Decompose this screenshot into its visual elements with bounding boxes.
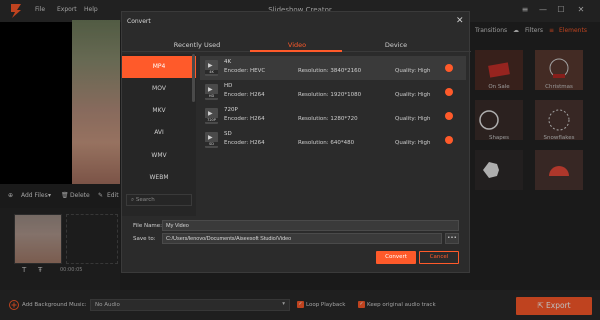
tab-device[interactable]: Device (338, 41, 454, 49)
format-search-input[interactable]: ⌕ Search (126, 194, 192, 206)
format-scrollbar[interactable] (192, 54, 195, 102)
video-preset-icon: ▶ 720P (205, 108, 218, 124)
file-name-input[interactable] (162, 220, 459, 231)
preset-resolution: Resolution: 3840*2160 (298, 68, 362, 74)
tab-recently-used[interactable]: Recently Used (139, 41, 255, 49)
gear-icon[interactable] (445, 88, 453, 96)
format-mkv[interactable]: MKV (122, 100, 196, 122)
gear-icon[interactable] (445, 64, 453, 72)
convert-dialog: Convert ✕ Recently Used Video Device MP4… (121, 11, 471, 273)
save-to-label: Save to: (133, 236, 156, 242)
preset-quality: Quality: High (395, 116, 431, 122)
preset-encoder: Encoder: HEVC (224, 68, 266, 74)
preset-tag: 4K (205, 70, 218, 74)
preset-row[interactable]: ▶ 4K 4K Encoder: HEVC Resolution: 3840*21… (200, 56, 466, 80)
preset-quality: Quality: High (395, 68, 431, 74)
search-placeholder: Search (135, 197, 155, 203)
preset-resolution: Resolution: 1920*1080 (298, 92, 362, 98)
dialog-title: Convert (127, 18, 151, 25)
preset-row[interactable]: ▶ SD SD Encoder: H264 Resolution: 640*480… (200, 128, 466, 152)
video-preset-icon: ▶ 4K (205, 60, 218, 76)
format-mp4[interactable]: MP4 (122, 56, 196, 78)
preset-encoder: Encoder: H264 (224, 116, 265, 122)
file-name-label: File Name: (133, 223, 163, 229)
gear-icon[interactable] (445, 112, 453, 120)
preset-resolution: Resolution: 1280*720 (298, 116, 358, 122)
format-category-tabs: Recently Used Video Device (122, 36, 471, 52)
preset-name: 720P (224, 107, 238, 113)
format-mov[interactable]: MOV (122, 78, 196, 100)
preset-encoder: Encoder: H264 (224, 140, 265, 146)
active-tab-indicator (250, 50, 342, 52)
browse-button[interactable]: ••• (445, 233, 459, 244)
close-icon[interactable]: ✕ (456, 16, 464, 26)
preset-quality: Quality: High (395, 140, 431, 146)
preset-encoder: Encoder: H264 (224, 92, 265, 98)
preset-row[interactable]: ▶ HD HD Encoder: H264 Resolution: 1920*10… (200, 80, 466, 104)
save-to-input[interactable] (162, 233, 442, 244)
format-avi[interactable]: AVI (122, 122, 196, 144)
format-list: MP4 MOV MKV AVI WMV WEBM ⌕ Search (122, 54, 196, 216)
convert-button[interactable]: Convert (376, 251, 416, 264)
gear-icon[interactable] (445, 136, 453, 144)
preset-name: HD (224, 83, 233, 89)
format-wmv[interactable]: WMV (122, 145, 196, 167)
preset-tag: SD (205, 142, 218, 146)
preset-name: SD (224, 131, 232, 137)
preset-row[interactable]: ▶ 720P 720P Encoder: H264 Resolution: 128… (200, 104, 466, 128)
video-preset-icon: ▶ SD (205, 132, 218, 148)
app-window: File Export Help Slideshow Creator ≡ — ☐… (0, 0, 600, 320)
video-preset-icon: ▶ HD (205, 84, 218, 100)
preset-name: 4K (224, 59, 232, 65)
preset-tag: 720P (205, 118, 218, 122)
preset-quality: Quality: High (395, 92, 431, 98)
preset-tag: HD (205, 94, 218, 98)
preset-list: ▶ 4K 4K Encoder: HEVC Resolution: 3840*21… (200, 54, 466, 216)
format-webm[interactable]: WEBM (122, 167, 196, 189)
preset-resolution: Resolution: 640*480 (298, 140, 355, 146)
cancel-button[interactable]: Cancel (419, 251, 459, 264)
